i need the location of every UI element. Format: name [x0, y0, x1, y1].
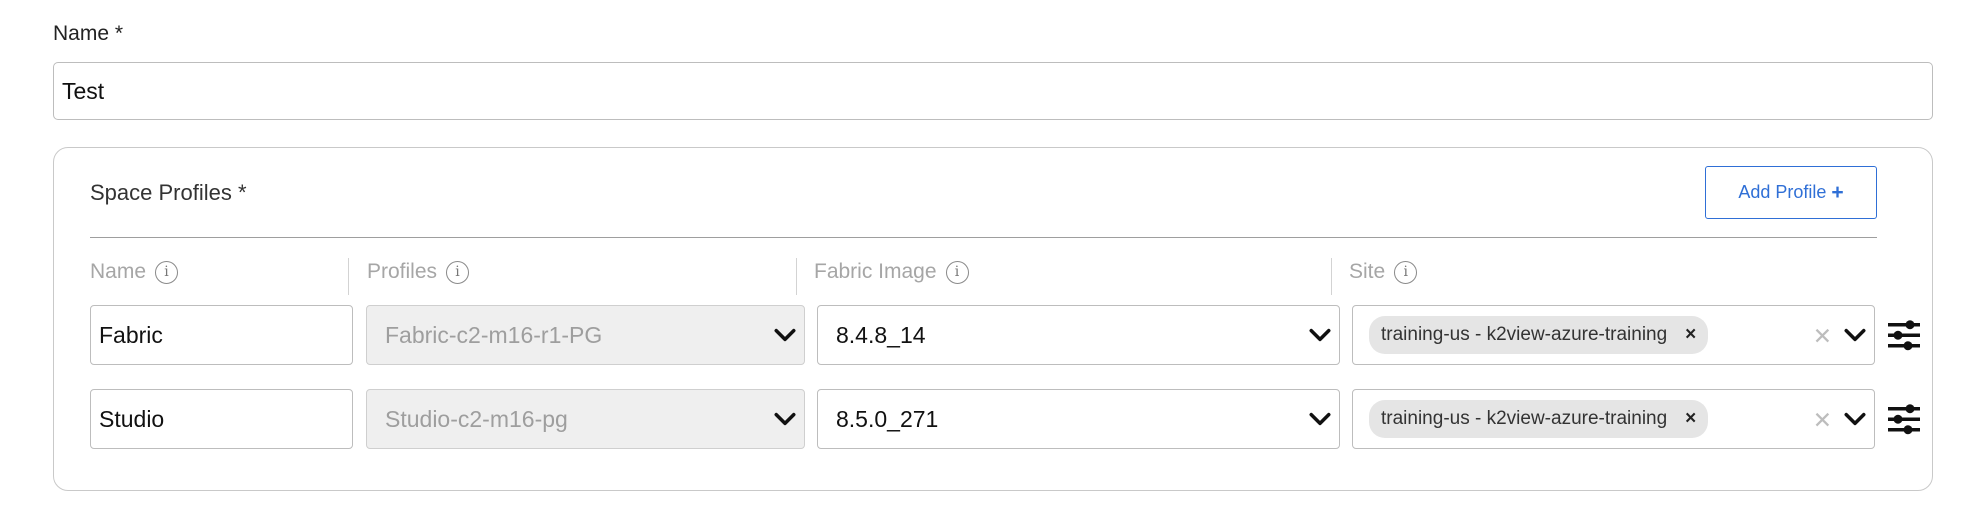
fabric-image-select[interactable]: 8.5.0_271 — [817, 389, 1340, 449]
clear-icon[interactable]: ✕ — [1813, 407, 1832, 434]
column-header-profiles: Profiles i — [367, 260, 470, 284]
sliders-icon[interactable] — [1886, 317, 1922, 353]
fabric-image-value: 8.4.8_14 — [836, 321, 926, 348]
name-input[interactable]: Test — [53, 62, 1933, 120]
column-separator — [348, 258, 349, 295]
fabric-image-value: 8.5.0_271 — [836, 405, 939, 432]
column-header-fabric-image: Fabric Image i — [814, 260, 969, 284]
site-chip-label: training-us - k2view-azure-training — [1381, 408, 1668, 429]
chip-remove-icon[interactable]: × — [1685, 324, 1696, 346]
column-header-name-label: Name — [90, 260, 147, 283]
sliders-icon[interactable] — [1886, 401, 1922, 437]
site-multiselect[interactable]: training-us - k2view-azure-training × ✕ — [1352, 389, 1875, 449]
chevron-down-icon — [774, 412, 796, 426]
info-icon[interactable]: i — [446, 260, 470, 284]
column-header-profiles-label: Profiles — [367, 260, 438, 283]
profile-select-value: Studio-c2-m16-pg — [385, 405, 568, 432]
column-header-name: Name i — [90, 260, 179, 284]
chevron-down-icon[interactable] — [1305, 404, 1335, 434]
site-chip: training-us - k2view-azure-training × — [1369, 400, 1709, 438]
column-header-fabric-image-label: Fabric Image — [814, 260, 937, 283]
add-profile-label: Add Profile — [1738, 182, 1827, 202]
info-icon[interactable]: i — [155, 260, 179, 284]
profile-select: Studio-c2-m16-pg — [366, 389, 805, 449]
site-chip-label: training-us - k2view-azure-training — [1381, 324, 1668, 345]
chevron-down-icon — [774, 328, 796, 342]
info-icon[interactable]: i — [1394, 260, 1418, 284]
column-header-site: Site i — [1349, 260, 1418, 284]
space-profiles-title: Space Profiles * — [90, 180, 247, 205]
site-chip: training-us - k2view-azure-training × — [1369, 316, 1709, 354]
add-profile-button[interactable]: Add Profile + — [1705, 166, 1877, 219]
profile-name-input[interactable]: Fabric — [90, 305, 353, 365]
column-separator — [796, 258, 797, 295]
profile-name-input[interactable]: Studio — [90, 389, 353, 449]
chevron-down-icon[interactable] — [1305, 320, 1335, 350]
profile-select-value: Fabric-c2-m16-r1-PG — [385, 321, 603, 348]
site-multiselect[interactable]: training-us - k2view-azure-training × ✕ — [1352, 305, 1875, 365]
column-separator — [1331, 258, 1332, 295]
chip-remove-icon[interactable]: × — [1685, 408, 1696, 430]
fabric-image-select[interactable]: 8.4.8_14 — [817, 305, 1340, 365]
clear-icon[interactable]: ✕ — [1813, 323, 1832, 350]
plus-icon: + — [1831, 180, 1844, 204]
name-label: Name * — [53, 22, 124, 45]
info-icon[interactable]: i — [945, 260, 969, 284]
header-divider — [90, 237, 1877, 238]
chevron-down-icon[interactable] — [1840, 404, 1870, 434]
space-profiles-panel: Space Profiles * Add Profile + Name i Pr… — [53, 147, 1933, 491]
profile-select: Fabric-c2-m16-r1-PG — [366, 305, 805, 365]
chevron-down-icon[interactable] — [1840, 320, 1870, 350]
column-header-site-label: Site — [1349, 260, 1386, 283]
